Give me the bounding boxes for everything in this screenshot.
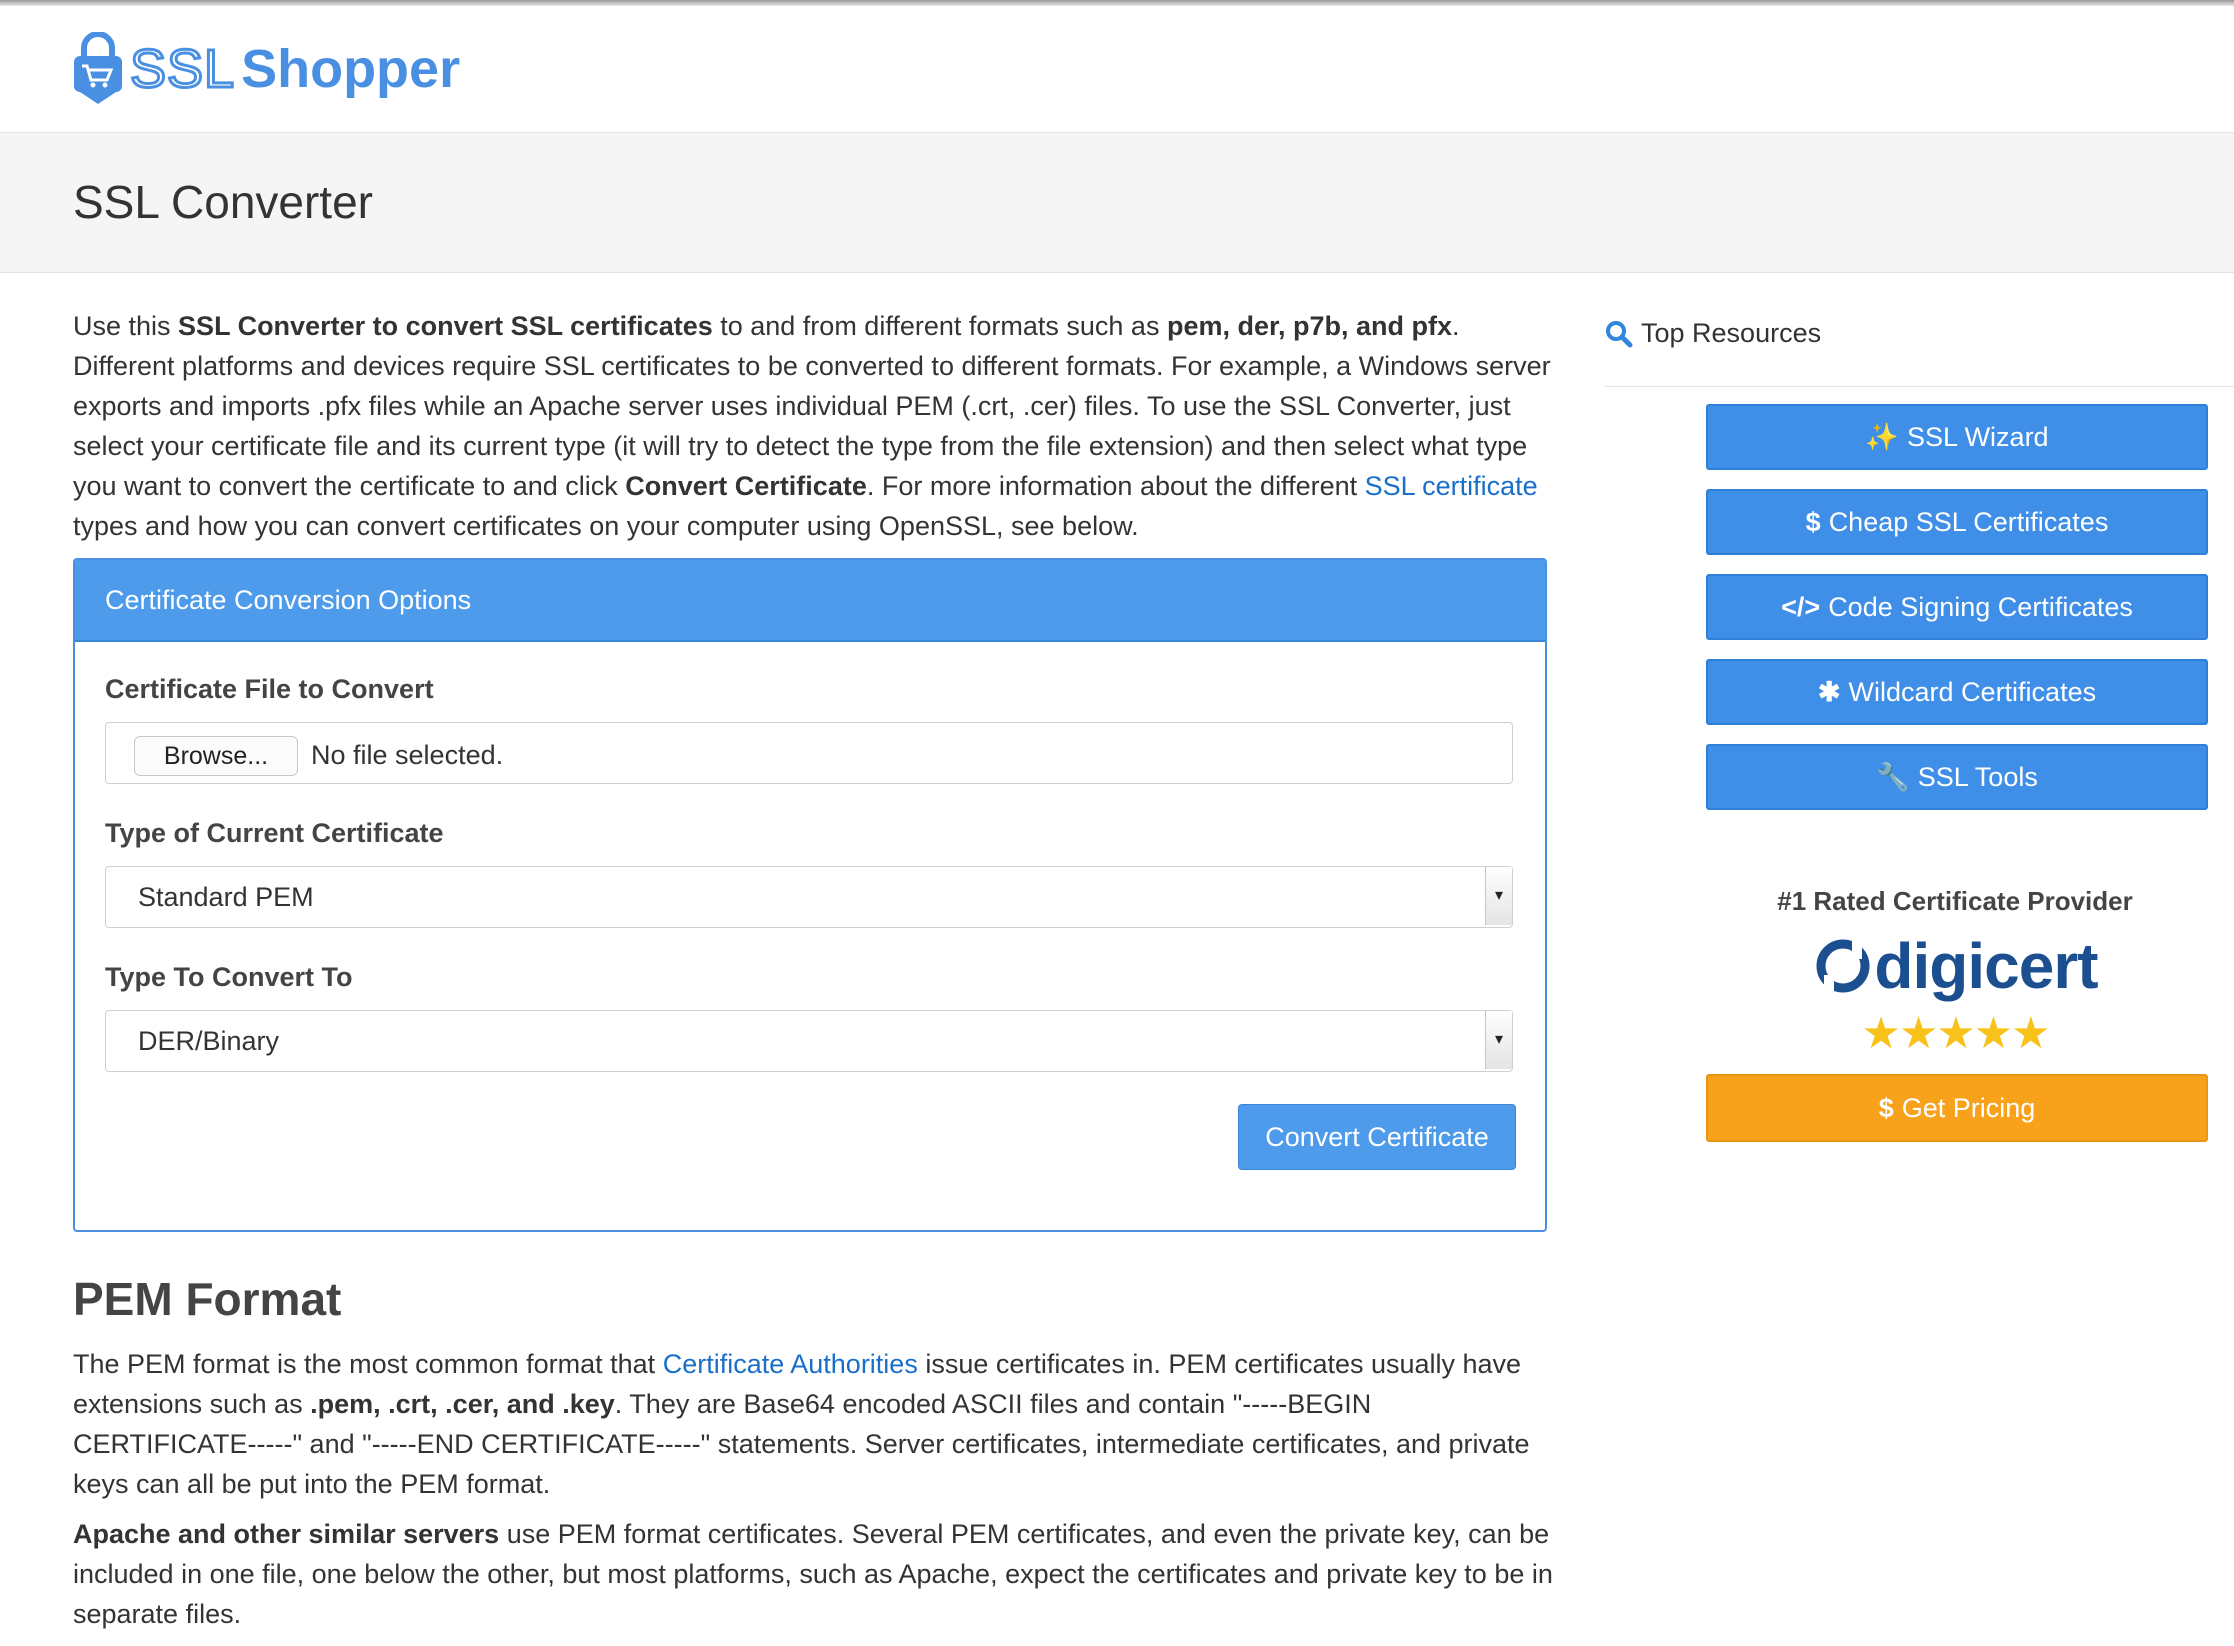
digicert-logo[interactable]: digicert [1706,930,2204,1002]
logo-shopper-text: Shopper [241,39,461,99]
intro-text-5: types and how you can convert certificat… [73,511,1139,541]
chevron-down-icon[interactable]: ▾ [1485,1011,1512,1069]
file-input[interactable]: Browse... No file selected. [105,722,1513,784]
convert-to-select[interactable]: DER/Binary ▾ [105,1010,1513,1072]
chevron-down-icon[interactable]: ▾ [1485,867,1512,925]
current-type-label: Type of Current Certificate [105,818,444,848]
cheap-ssl-certificates-button[interactable]: $ Cheap SSL Certificates [1706,489,2208,555]
get-pricing-button[interactable]: $ Get Pricing [1706,1074,2208,1142]
pem-p1-bold-1: .pem, .crt, .cer, and .key [310,1389,615,1419]
top-resources-heading: Top Resources [1605,318,1821,349]
title-banner: SSL Converter [0,133,2234,273]
sidebar-divider [1605,386,2234,387]
digicert-mark-icon [1816,939,1870,993]
pem-p2-bold-1: Apache and other similar servers [73,1519,500,1549]
certificate-authorities-link[interactable]: Certificate Authorities [663,1349,918,1379]
sslshopper-logo[interactable]: SSL Shopper [72,24,460,114]
dollar-icon: $ [1878,1093,1894,1123]
pem-p1-text-1: The PEM format is the most common format… [73,1349,663,1379]
asterisk-icon: ✱ [1817,677,1841,707]
pem-paragraph-1: The PEM format is the most common format… [73,1344,1553,1504]
intro-text-2: to and from different formats such as [712,311,1167,341]
logo-ssl-text: SSL [128,38,236,101]
digicert-wordmark: digicert [1874,930,2098,1002]
intro-text-1: Use this [73,311,179,341]
intro-text-4: . For more information about the differe… [866,471,1365,501]
intro-bold-2: pem, der, p7b, and pfx [1166,311,1453,341]
convert-to-value: DER/Binary [138,1026,280,1056]
ssl-wizard-button[interactable]: ✨ SSL Wizard [1706,404,2208,470]
code-signing-certificates-button[interactable]: </> Code Signing Certificates [1706,574,2208,640]
page-title: SSL Converter [73,176,373,228]
wrench-icon: 🔧 [1876,762,1910,792]
five-star-rating: ★★★★★ [1861,1009,2050,1058]
pem-paragraph-2: Apache and other similar servers use PEM… [73,1514,1553,1634]
browse-button[interactable]: Browse... [134,736,298,776]
convert-to-label: Type To Convert To [105,962,353,992]
get-pricing-label: Get Pricing [1901,1093,2036,1123]
rated-provider-text: #1 Rated Certificate Provider [1777,886,2133,916]
site-header: SSL Shopper [0,6,2234,133]
intro-paragraph: Use this SSL Converter to convert SSL ce… [73,306,1553,546]
cart-lock-icon [74,32,122,104]
current-type-value: Standard PEM [138,882,314,912]
code-signing-label: Code Signing Certificates [1828,592,2133,622]
intro-bold-1: SSL Converter to convert SSL certificate… [178,311,713,341]
convert-certificate-button[interactable]: Convert Certificate [1238,1104,1516,1170]
wildcard-certificates-button[interactable]: ✱ Wildcard Certificates [1706,659,2208,725]
intro-bold-3: Convert Certificate [625,471,867,501]
wildcard-label: Wildcard Certificates [1848,677,2097,707]
conversion-options-panel: Certificate Conversion Options Certifica… [73,558,1547,1232]
ssl-tools-label: SSL Tools [1917,762,2038,792]
pem-format-heading: PEM Format [73,1273,342,1325]
search-icon [1606,320,1633,347]
top-resources-label: Top Resources [1641,318,1822,348]
dollar-icon: $ [1805,507,1821,537]
cheap-ssl-label: Cheap SSL Certificates [1828,507,2109,537]
ssl-tools-button[interactable]: 🔧 SSL Tools [1706,744,2208,810]
file-status-text: No file selected. [311,740,504,770]
ssl-wizard-label: SSL Wizard [1907,422,2049,452]
file-to-convert-label: Certificate File to Convert [105,674,434,704]
magic-wand-icon: ✨ [1865,422,1900,452]
code-icon: </> [1781,592,1821,622]
panel-heading: Certificate Conversion Options [75,560,1545,642]
current-type-select[interactable]: Standard PEM ▾ [105,866,1513,928]
ssl-certificate-link[interactable]: SSL certificate [1365,471,1538,501]
